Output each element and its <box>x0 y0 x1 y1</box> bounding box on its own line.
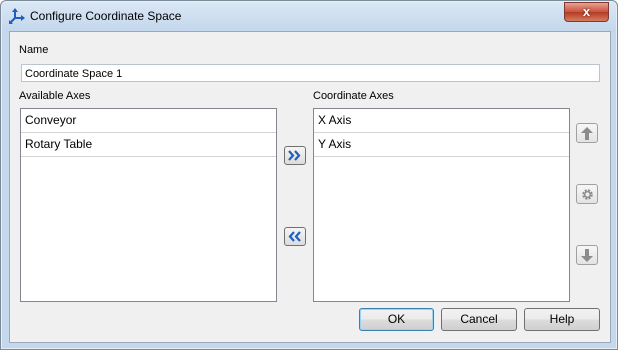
name-label: Name <box>19 44 49 56</box>
double-chevron-right-icon <box>288 150 301 161</box>
add-axis-button[interactable] <box>284 146 306 165</box>
settings-button[interactable] <box>576 184 598 204</box>
arrow-up-icon <box>581 127 593 140</box>
coordinate-axes-label: Coordinate Axes <box>313 90 394 102</box>
coordinate-axes-list[interactable]: X Axis Y Axis <box>313 108 570 302</box>
available-axes-label: Available Axes <box>19 90 91 102</box>
close-icon: x <box>582 4 591 19</box>
double-chevron-left-icon <box>288 231 301 242</box>
move-down-button[interactable] <box>576 245 598 265</box>
remove-axis-button[interactable] <box>284 227 306 246</box>
axes-icon <box>9 8 25 24</box>
list-item[interactable]: X Axis <box>314 109 569 133</box>
cancel-button[interactable]: Cancel <box>441 308 517 331</box>
move-up-button[interactable] <box>576 123 598 143</box>
gear-icon <box>582 189 593 200</box>
dialog-body: Name Coordinate Space 1 Available Axes C… <box>9 31 611 343</box>
ok-button[interactable]: OK <box>359 308 434 331</box>
window-title: Configure Coordinate Space <box>30 9 182 23</box>
close-button[interactable]: x <box>564 2 609 22</box>
help-button[interactable]: Help <box>524 308 600 331</box>
name-input[interactable]: Coordinate Space 1 <box>21 64 600 82</box>
arrow-down-icon <box>581 249 593 262</box>
available-axes-list[interactable]: Conveyor Rotary Table <box>20 108 277 302</box>
title-bar[interactable]: Configure Coordinate Space x <box>1 1 617 31</box>
list-item[interactable]: Conveyor <box>21 109 276 133</box>
dialog-window: Configure Coordinate Space x Name Coordi… <box>0 0 618 350</box>
list-item[interactable]: Rotary Table <box>21 133 276 157</box>
list-item[interactable]: Y Axis <box>314 133 569 157</box>
